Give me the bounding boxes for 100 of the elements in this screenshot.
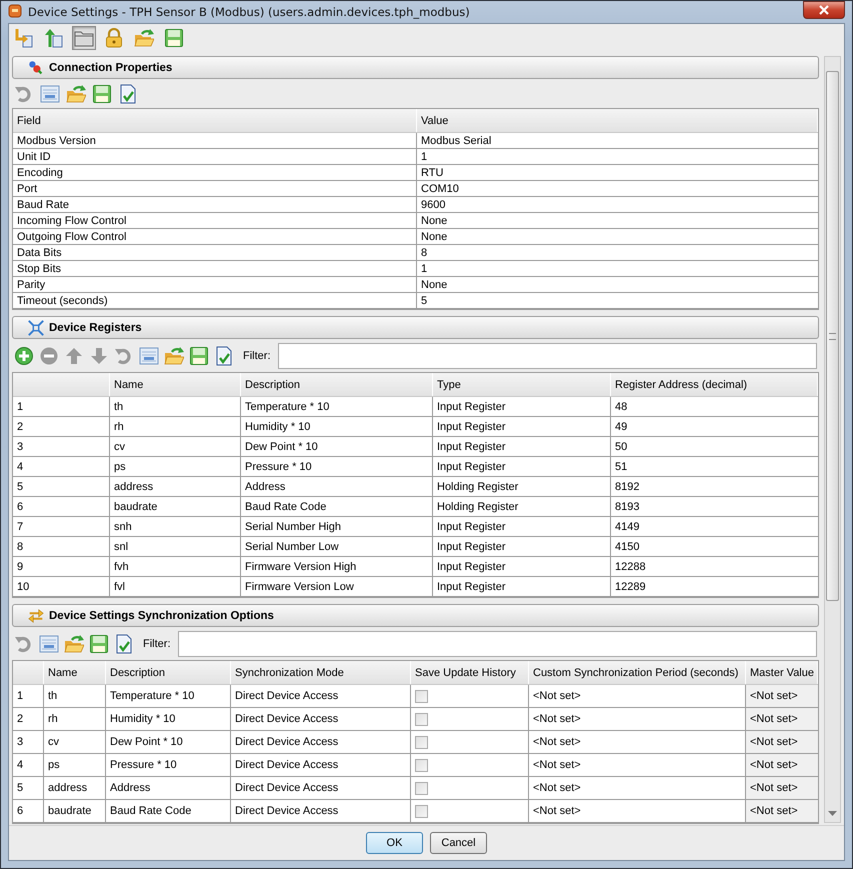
list-icon[interactable]	[39, 634, 59, 654]
table-cell: Input Register	[432, 516, 610, 536]
add-icon[interactable]	[14, 346, 34, 366]
table-cell: <Not set>	[746, 776, 818, 800]
column-header[interactable]: Custom Synchronization Period (seconds)	[528, 661, 746, 684]
table-cell: <Not set>	[746, 684, 818, 708]
table-cell: fvl	[110, 576, 240, 596]
dialog-button[interactable]: OK	[366, 832, 423, 854]
table-cell: 8193	[610, 496, 818, 516]
column-header[interactable]: Register Address (decimal)	[610, 373, 818, 396]
table-cell: 2	[13, 416, 110, 436]
table-cell: Serial Number High	[240, 516, 432, 536]
folder-open-icon[interactable]	[66, 84, 86, 104]
table-cell: 1	[13, 396, 110, 416]
list-icon[interactable]	[139, 346, 159, 366]
column-header[interactable]: Name	[44, 661, 106, 684]
table-cell: 6	[13, 800, 44, 822]
folder-open-icon[interactable]	[164, 346, 184, 366]
table-cell: baudrate	[44, 800, 106, 822]
table-cell: 48	[610, 396, 818, 416]
table-cell: Direct Device Access	[230, 800, 410, 822]
table-cell: Holding Register	[432, 476, 610, 496]
scroll-down-icon[interactable]	[828, 811, 837, 816]
table-cell: Baud Rate	[13, 196, 416, 212]
filter-field[interactable]	[178, 631, 817, 657]
document-check-icon[interactable]	[214, 346, 234, 366]
table-cell: Temperature * 10	[106, 684, 230, 708]
table-cell: 4149	[610, 516, 818, 536]
table-cell: Input Register	[432, 456, 610, 476]
table-cell: None	[416, 212, 818, 228]
table-cell: <Not set>	[746, 800, 818, 822]
column-header[interactable]: Value	[416, 109, 818, 132]
table-cell: Input Register	[432, 536, 610, 556]
table-cell: 12288	[610, 556, 818, 576]
folder-open-icon[interactable]	[64, 634, 84, 654]
table-cell: Temperature * 10	[240, 396, 432, 416]
table-cell: address	[110, 476, 240, 496]
column-header[interactable]: Master Value	[746, 661, 818, 684]
table-cell: Baud Rate Code	[106, 800, 230, 822]
table-cell: Input Register	[432, 436, 610, 456]
list-icon[interactable]	[40, 84, 60, 104]
filter-field[interactable]	[278, 343, 817, 369]
document-check-icon[interactable]	[114, 634, 134, 654]
column-header[interactable]: Save Update History	[410, 661, 528, 684]
table-cell: <Not set>	[528, 730, 746, 754]
table-cell: Data Bits	[13, 244, 416, 260]
table-cell: <Not set>	[746, 754, 818, 776]
dialog-button[interactable]: Cancel	[430, 832, 487, 854]
scrollbar[interactable]	[824, 56, 841, 823]
table-cell: 4	[13, 456, 110, 476]
column-header[interactable]: Type	[432, 373, 610, 396]
table-cell: 4	[13, 754, 44, 776]
column-header[interactable]: Field	[13, 109, 416, 132]
table-cell: Direct Device Access	[230, 754, 410, 776]
table-cell: Direct Device Access	[230, 730, 410, 754]
document-check-icon[interactable]	[118, 84, 138, 104]
table-cell: 7	[13, 516, 110, 536]
close-button[interactable]	[803, 1, 845, 19]
grid-arrows-icon	[27, 318, 45, 336]
table-cell: 5	[416, 292, 818, 308]
table-cell: Holding Register	[432, 496, 610, 516]
table-cell: Dew Point * 10	[106, 730, 230, 754]
table-cell: None	[416, 276, 818, 292]
column-header[interactable]: Synchronization Mode	[230, 661, 410, 684]
table-cell: 1	[416, 260, 818, 276]
table-cell: ps	[44, 754, 106, 776]
table-cell: 6	[13, 496, 110, 516]
table-cell: Timeout (seconds)	[13, 292, 416, 308]
section-title: Device Registers	[49, 322, 142, 334]
table-cell: Direct Device Access	[230, 684, 410, 708]
section-header[interactable]: Device Settings Synchronization Options	[12, 604, 819, 627]
table-cell: Address	[106, 776, 230, 800]
section-header[interactable]: Device Registers	[12, 316, 819, 339]
table-cell: 1	[13, 684, 44, 708]
table-cell: 2	[13, 708, 44, 730]
table-cell: address	[44, 776, 106, 800]
table-cell: 3	[13, 730, 44, 754]
table-cell: ps	[110, 456, 240, 476]
table-cell: 5	[13, 476, 110, 496]
table-cell: Pressure * 10	[106, 754, 230, 776]
table-cell: Firmware Version Low	[240, 576, 432, 596]
scroll-thumb[interactable]	[826, 71, 839, 601]
section-title: Device Settings Synchronization Options	[49, 610, 274, 622]
close-icon	[816, 4, 832, 16]
section-header[interactable]: Connection Properties	[12, 56, 819, 79]
column-header[interactable]: Description	[240, 373, 432, 396]
table-cell: baudrate	[110, 496, 240, 516]
sync-arrows-icon	[27, 606, 45, 624]
table-cell: 51	[610, 456, 818, 476]
table-cell: Humidity * 10	[106, 708, 230, 730]
table-cell: Port	[13, 180, 416, 196]
table-cell: rh	[44, 708, 106, 730]
table-cell: 49	[610, 416, 818, 436]
table-cell: Direct Device Access	[230, 708, 410, 730]
app-icon	[8, 4, 22, 18]
column-header[interactable]: Name	[110, 373, 240, 396]
column-header[interactable]: Description	[106, 661, 230, 684]
table-cell: Dew Point * 10	[240, 436, 432, 456]
table-cell: Humidity * 10	[240, 416, 432, 436]
table-cell: Address	[240, 476, 432, 496]
